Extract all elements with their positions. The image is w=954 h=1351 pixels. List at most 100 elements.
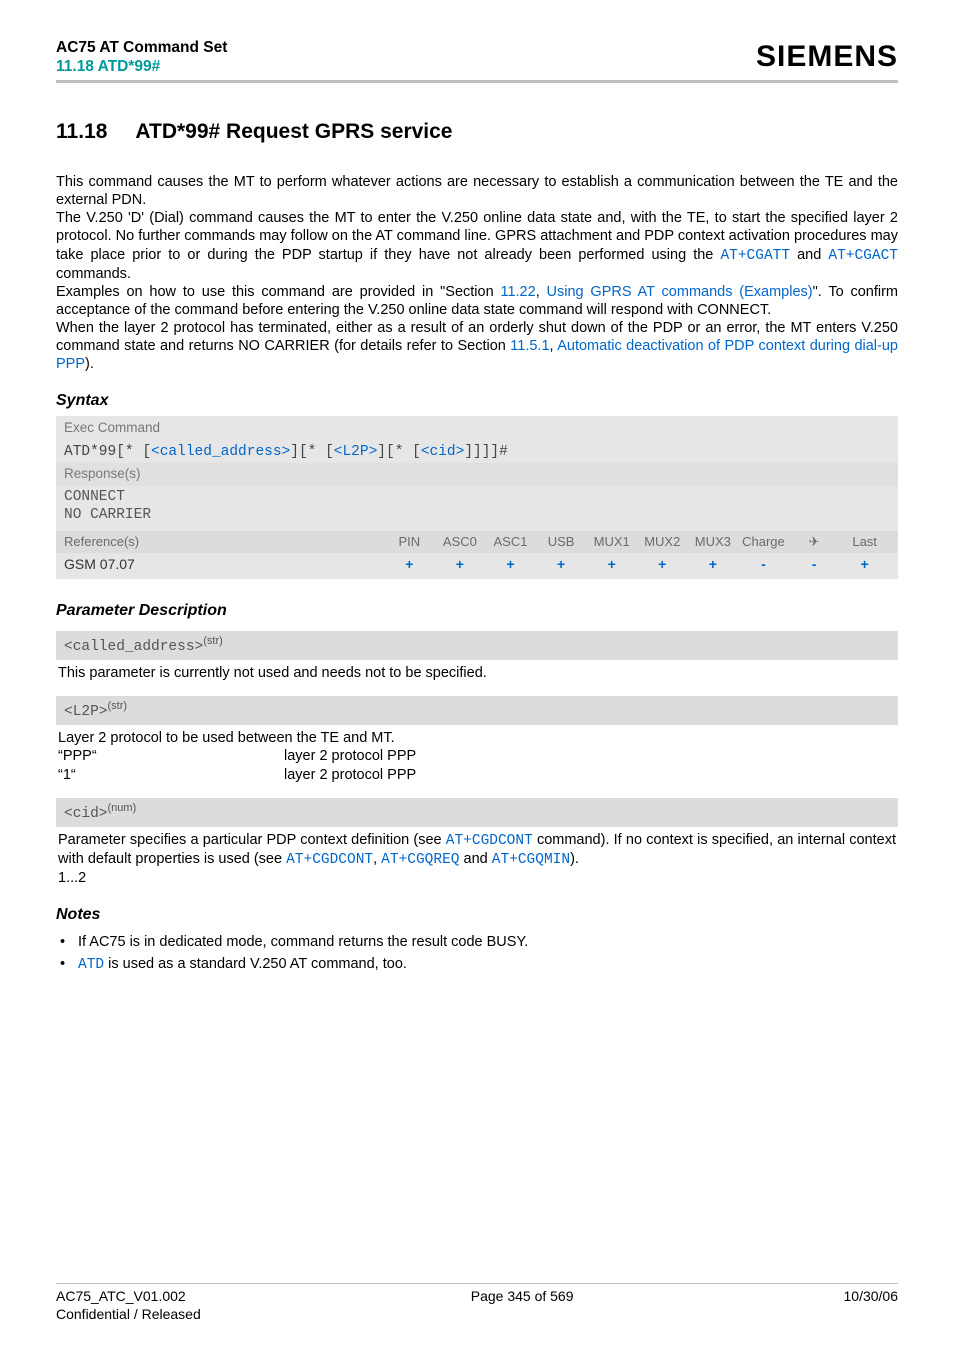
doc-title: AC75 AT Command Set [56,38,227,57]
intro-p1b-post: commands. [56,266,131,282]
intro-and: and [790,247,828,263]
references-label: Reference(s) [64,534,384,550]
exec-command-syntax: ATD*99[* [<called_address>][* [<L2P>][* … [56,441,898,463]
val-mux1: + [586,556,637,574]
link-at-cgatt[interactable]: AT+CGATT [720,248,790,264]
col-mux1: MUX1 [586,534,637,550]
l2p-key-ppp: “PPP“ [58,747,284,765]
resp-connect: CONNECT [64,488,890,506]
note-item-2: ATD is used as a standard V.250 AT comma… [60,955,898,974]
l2p-row-1: “1“ layer 2 protocol PPP [58,766,896,784]
val-mux2: + [637,556,688,574]
section-number: 11.18 [56,119,107,145]
val-airplane: - [789,556,840,574]
intro-paragraph-4: When the layer 2 protocol has terminated… [56,319,898,373]
param-called-address-link[interactable]: <called_address> [151,444,290,460]
cid-sup: (num) [108,802,137,814]
syntax-block: Exec Command ATD*99[* [<called_address>]… [56,416,898,579]
responses-body: CONNECT NO CARRIER [56,486,898,530]
responses-label: Response(s) [56,463,898,486]
intro-paragraph-2: The V.250 'D' (Dial) command causes the … [56,209,898,283]
intro-paragraph-1: This command causes the MT to perform wh… [56,173,898,209]
val-asc0: + [435,556,486,574]
col-last: Last [839,534,890,550]
l2p-body: Layer 2 protocol to be used between the … [56,725,898,787]
link-cgdcont-1[interactable]: AT+CGDCONT [446,833,533,849]
intro-paragraph-3: Examples on how to use this command are … [56,283,898,319]
cid-comma1: , [373,851,381,867]
param-l2p-link[interactable]: <L2P> [334,444,378,460]
footer-page-number: Page 345 of 569 [471,1288,574,1323]
link-cgqmin[interactable]: AT+CGQMIN [492,852,570,868]
link-section-11-22[interactable]: 11.22 [500,284,535,300]
brand-logo: SIEMENS [756,38,898,76]
reference-value-row: GSM 07.07 + + + + + + + - - + [56,553,898,580]
intro-p2-pre: Examples on how to use this command are … [56,284,500,300]
link-cgqreq[interactable]: AT+CGQREQ [381,852,459,868]
intro-p3-post: ). [85,356,94,372]
note-item-1: If AC75 is in dedicated mode, command re… [60,933,898,951]
l2p-val-ppp: layer 2 protocol PPP [284,747,416,765]
l2p-row-ppp: “PPP“ layer 2 protocol PPP [58,747,896,765]
l2p-desc: Layer 2 protocol to be used between the … [58,729,896,747]
cid-desc-pre: Parameter specifies a particular PDP con… [58,832,446,848]
resp-no-carrier: NO CARRIER [64,506,890,524]
footer-date: 10/30/06 [844,1288,899,1323]
link-examples[interactable]: Using GPRS AT commands (Examples) [547,284,813,300]
intro-sec-sep: , [536,284,547,300]
param-cid-link[interactable]: <cid> [421,444,465,460]
cmd-prefix: ATD*99 [64,444,116,460]
l2p-sup: (str) [108,700,128,712]
reference-header-row: Reference(s) PIN ASC0 ASC1 USB MUX1 MUX2… [56,531,898,553]
page-header: AC75 AT Command Set 11.18 ATD*99# SIEMEN… [56,38,898,83]
note-1-text: If AC75 is in dedicated mode, command re… [78,934,528,950]
cmd-open1: [* [ [116,444,151,460]
col-mux3: MUX3 [688,534,739,550]
param-l2p-tag: <L2P>(str) [56,696,898,725]
note-2-text: is used as a standard V.250 AT command, … [104,956,407,972]
val-last: + [839,556,890,574]
col-charge: Charge [738,534,789,550]
col-mux2: MUX2 [637,534,688,550]
col-asc0: ASC0 [435,534,486,550]
cid-desc: Parameter specifies a particular PDP con… [58,831,896,869]
reference-values: + + + + + + + - - + [384,556,890,574]
page-footer: AC75_ATC_V01.002 Confidential / Released… [56,1283,898,1323]
col-airplane-icon: ✈ [789,534,840,550]
param-called-address-tag: <called_address>(str) [56,631,898,660]
notes-list: If AC75 is in dedicated mode, command re… [56,933,898,974]
link-atd[interactable]: ATD [78,957,104,973]
l2p-key-1: “1“ [58,766,284,784]
footer-left: AC75_ATC_V01.002 Confidential / Released [56,1288,201,1323]
intro-p1a: This command causes the MT to perform wh… [56,174,898,208]
val-mux3: + [688,556,739,574]
cmd-mid2: ][* [ [377,444,421,460]
link-section-11-5-1[interactable]: 11.5.1 [510,338,549,354]
notes-heading: Notes [56,905,898,925]
cmd-mid1: ][* [ [290,444,334,460]
link-cgdcont-2[interactable]: AT+CGDCONT [286,852,373,868]
l2p-tag-text: <L2P> [64,704,108,720]
called-address-sup: (str) [203,635,223,647]
cid-body: Parameter specifies a particular PDP con… [56,827,898,891]
link-at-cgact[interactable]: AT+CGACT [828,248,898,264]
col-usb: USB [536,534,587,550]
cid-tag-text: <cid> [64,805,108,821]
header-left: AC75 AT Command Set 11.18 ATD*99# [56,38,227,77]
val-asc1: + [485,556,536,574]
parameter-description-heading: Parameter Description [56,601,898,621]
reference-name: GSM 07.07 [64,556,384,574]
called-address-desc: This parameter is currently not used and… [56,660,898,686]
footer-doc-id: AC75_ATC_V01.002 [56,1288,201,1306]
val-pin: + [384,556,435,574]
exec-command-label: Exec Command [56,416,898,441]
reference-columns: PIN ASC0 ASC1 USB MUX1 MUX2 MUX3 Charge … [384,534,890,550]
doc-subtitle: 11.18 ATD*99# [56,57,227,76]
col-asc1: ASC1 [485,534,536,550]
section-heading: 11.18 ATD*99# Request GPRS service [56,119,898,145]
cid-and: and [460,851,492,867]
val-charge: - [738,556,789,574]
cid-desc-post: ). [570,851,579,867]
called-address-tag-text: <called_address> [64,639,203,655]
section-title-text: ATD*99# Request GPRS service [135,120,452,143]
